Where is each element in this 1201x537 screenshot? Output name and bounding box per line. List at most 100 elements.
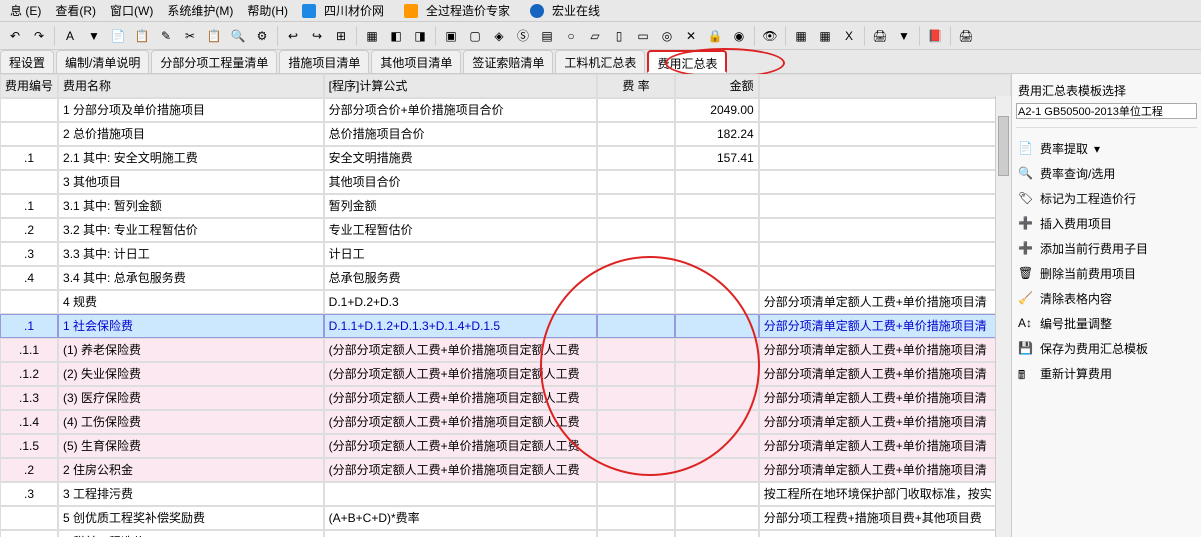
cell-amount[interactable]	[675, 218, 759, 242]
toolbar-button[interactable]: ↪	[306, 25, 328, 47]
table-row[interactable]: 5 创优质工程奖补偿奖励费(A+B+C+D)*费率分部分项工程费+措施项目费+其…	[0, 506, 1011, 530]
cell-amount[interactable]: 182.24	[675, 122, 759, 146]
cell-code[interactable]: .3	[0, 482, 58, 506]
side-action[interactable]: 🔍费率查询/选用	[1016, 161, 1197, 186]
toolbar-button[interactable]: ◧	[385, 25, 407, 47]
cell-formula[interactable]: (分部分项定额人工费+单价措施项目定额人工费	[324, 458, 597, 482]
toolbar-button[interactable]: ▼	[893, 25, 915, 47]
col-header-formula[interactable]: [程序]计算公式	[324, 74, 597, 98]
menu-item[interactable]: 系统维护(M)	[161, 0, 239, 21]
ext-link-sichuan[interactable]: 四川材价网	[296, 0, 396, 23]
cell-code[interactable]	[0, 506, 58, 530]
cell-amount[interactable]: 2231.24	[675, 530, 759, 537]
table-row[interactable]: .1.4(4) 工伤保险费(分部分项定额人工费+单价措施项目定额人工费分部分项清…	[0, 410, 1011, 434]
table-row[interactable]: .11 社会保险费D.1.1+D.1.2+D.1.3+D.1.4+D.1.5分部…	[0, 314, 1011, 338]
cell-rate[interactable]	[597, 314, 675, 338]
table-row[interactable]: .1.1(1) 养老保险费(分部分项定额人工费+单价措施项目定额人工费分部分项清…	[0, 338, 1011, 362]
table-row[interactable]: 1 分部分项及单价措施项目分部分项合价+单价措施项目合价2049.00	[0, 98, 1011, 122]
col-header-amount[interactable]: 金额	[675, 74, 759, 98]
side-action[interactable]: 🖩重新计算费用	[1016, 361, 1197, 386]
toolbar-button[interactable]: ✂	[179, 25, 201, 47]
cell-note[interactable]	[759, 218, 1011, 242]
cell-name[interactable]: 4 规费	[58, 290, 324, 314]
toolbar-button[interactable]: ↩	[282, 25, 304, 47]
cell-name[interactable]: 2 总价措施项目	[58, 122, 324, 146]
side-action[interactable]: 🧹清除表格内容	[1016, 286, 1197, 311]
cell-note[interactable]: 分部分项清单定额人工费+单价措施项目清	[759, 434, 1011, 458]
cell-name[interactable]: 3.4 其中: 总承包服务费	[58, 266, 324, 290]
cell-formula[interactable]: 安全文明措施费	[324, 146, 597, 170]
cell-name[interactable]: (2) 失业保险费	[58, 362, 324, 386]
toolbar-button[interactable]: Ⓢ	[512, 25, 534, 47]
cell-amount[interactable]	[675, 410, 759, 434]
cell-name[interactable]: 3.3 其中: 计日工	[58, 242, 324, 266]
cell-name[interactable]: (5) 生育保险费	[58, 434, 324, 458]
cell-code[interactable]: .1.4	[0, 410, 58, 434]
col-header-name[interactable]: 费用名称	[58, 74, 324, 98]
toolbar-button[interactable]: 🖨	[955, 25, 977, 47]
toolbar-button[interactable]: ▱	[584, 25, 606, 47]
toolbar-button[interactable]: 🔍	[227, 25, 249, 47]
cell-rate[interactable]	[597, 122, 675, 146]
side-action[interactable]: 📄费率提取 ▾	[1016, 136, 1197, 161]
cell-code[interactable]: .1	[0, 194, 58, 218]
menu-item[interactable]: 帮助(H)	[241, 0, 294, 21]
toolbar-button[interactable]: ↷	[28, 25, 50, 47]
toolbar-button[interactable]: ○	[560, 25, 582, 47]
tab-程设置[interactable]: 程设置	[0, 50, 54, 73]
toolbar-button[interactable]: ▦	[361, 25, 383, 47]
cell-formula[interactable]: (分部分项定额人工费+单价措施项目定额人工费	[324, 434, 597, 458]
cell-formula[interactable]: (分部分项定额人工费+单价措施项目定额人工费	[324, 386, 597, 410]
cell-note[interactable]: 分部分项工程费+措施项目费+其他项目费	[759, 506, 1011, 530]
tab-编制/清单说明[interactable]: 编制/清单说明	[56, 50, 149, 73]
cell-amount[interactable]	[675, 266, 759, 290]
table-row[interactable]: .1.3(3) 医疗保险费(分部分项定额人工费+单价措施项目定额人工费分部分项清…	[0, 386, 1011, 410]
cell-formula[interactable]	[324, 482, 597, 506]
tab-其他项目清单[interactable]: 其他项目清单	[371, 50, 461, 73]
cell-rate[interactable]	[597, 170, 675, 194]
cell-rate[interactable]	[597, 386, 675, 410]
cell-name[interactable]: 3.2 其中: 专业工程暂估价	[58, 218, 324, 242]
table-row[interactable]: .23.2 其中: 专业工程暂估价专业工程暂估价	[0, 218, 1011, 242]
cell-code[interactable]: .1.2	[0, 362, 58, 386]
cell-note[interactable]: 分部分项清单定额人工费+单价措施项目清	[759, 458, 1011, 482]
table-row[interactable]: .43.4 其中: 总承包服务费总承包服务费	[0, 266, 1011, 290]
cell-rate[interactable]	[597, 482, 675, 506]
cell-note[interactable]: 分部分项清单定额人工费+单价措施项目清	[759, 386, 1011, 410]
cell-amount[interactable]	[675, 314, 759, 338]
table-row[interactable]: 3 其他项目其他项目合价	[0, 170, 1011, 194]
cell-formula[interactable]: A+B+C+D+E	[324, 530, 597, 537]
cell-formula[interactable]: (A+B+C+D)*费率	[324, 506, 597, 530]
cell-note[interactable]: 分部分项清单定额人工费+单价措施项目清	[759, 362, 1011, 386]
menu-item[interactable]: 查看(R)	[49, 0, 102, 21]
cell-rate[interactable]	[597, 362, 675, 386]
toolbar-button[interactable]: ◨	[409, 25, 431, 47]
cell-rate[interactable]	[597, 290, 675, 314]
cell-name[interactable]: 1 社会保险费	[58, 314, 324, 338]
cell-amount[interactable]	[675, 242, 759, 266]
toolbar-button[interactable]: 📋	[203, 25, 225, 47]
table-row[interactable]: 2 总价措施项目总价措施项目合价182.24	[0, 122, 1011, 146]
cell-code[interactable]	[0, 530, 58, 537]
cell-formula[interactable]: 分部分项合价+单价措施项目合价	[324, 98, 597, 122]
table-row[interactable]: .22 住房公积金(分部分项定额人工费+单价措施项目定额人工费 分部分项清单定额人…	[0, 458, 1011, 482]
cell-code[interactable]: .1.3	[0, 386, 58, 410]
cell-note[interactable]	[759, 530, 1011, 537]
cell-name[interactable]: 2 住房公积金	[58, 458, 324, 482]
toolbar-button[interactable]: 🖨	[869, 25, 891, 47]
cell-code[interactable]: .2	[0, 458, 58, 482]
toolbar-button[interactable]: ▼	[83, 25, 105, 47]
toolbar-button[interactable]: ◎	[656, 25, 678, 47]
cell-formula[interactable]: D.1+D.2+D.3	[324, 290, 597, 314]
cell-code[interactable]: .4	[0, 266, 58, 290]
table-row[interactable]: .33.3 其中: 计日工计日工	[0, 242, 1011, 266]
cell-code[interactable]	[0, 98, 58, 122]
cell-rate[interactable]	[597, 530, 675, 537]
cell-code[interactable]: .1.1	[0, 338, 58, 362]
toolbar-button[interactable]: X	[838, 25, 860, 47]
cell-amount[interactable]	[675, 362, 759, 386]
cell-rate[interactable]	[597, 458, 675, 482]
table-row[interactable]: .13.1 其中: 暂列金额暂列金额	[0, 194, 1011, 218]
cell-amount[interactable]	[675, 338, 759, 362]
col-header-note[interactable]	[759, 74, 1011, 98]
